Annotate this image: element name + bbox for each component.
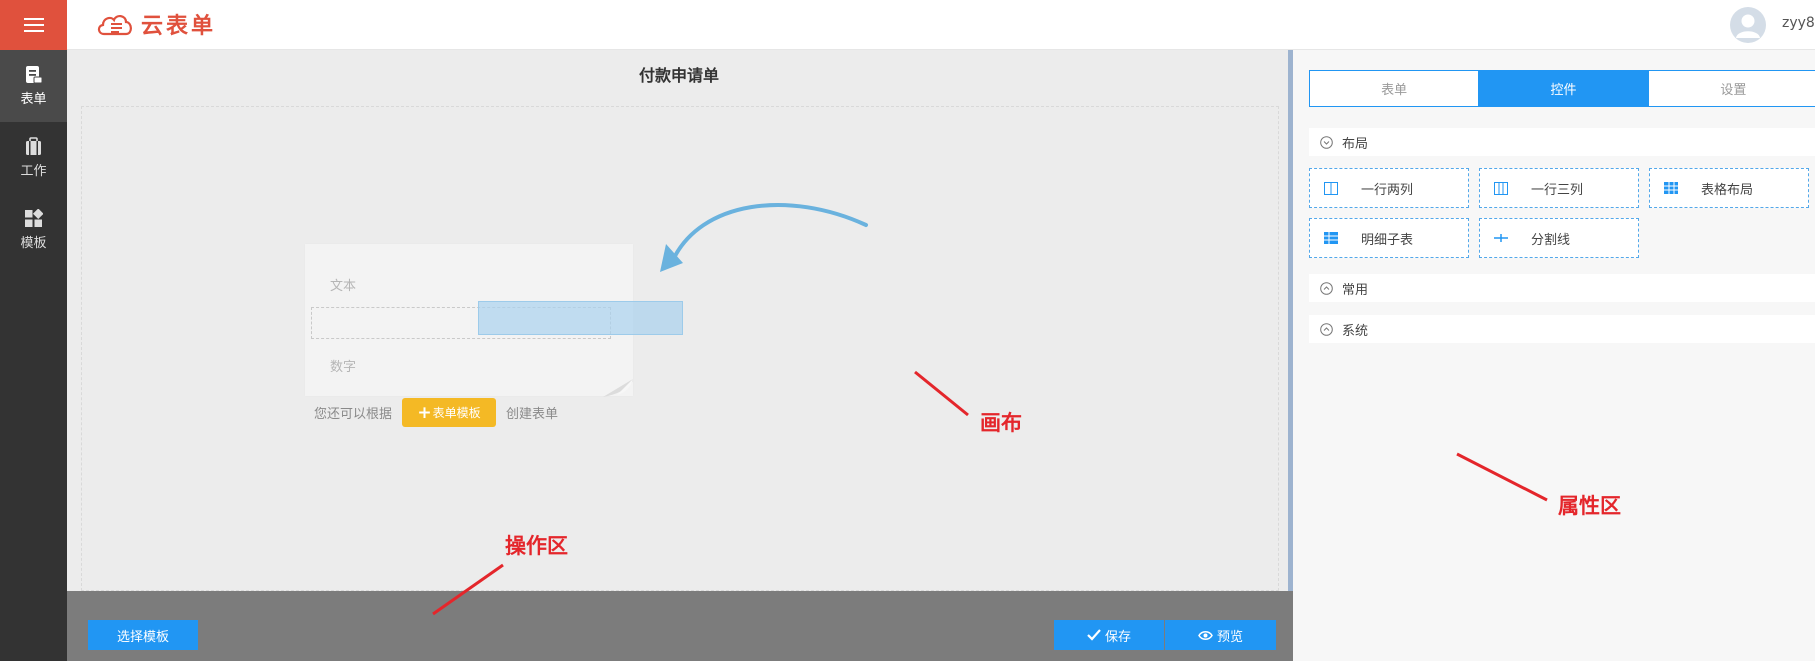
chevron-up-icon	[1320, 281, 1333, 295]
select-template-button[interactable]: 选择模板	[88, 620, 198, 650]
control-two-columns[interactable]: 一行两列	[1309, 168, 1469, 208]
form-template-button-label: 表单模板	[432, 406, 481, 420]
nav-item-form-label: 表单	[20, 92, 47, 107]
section-common[interactable]: 常用	[1309, 274, 1815, 302]
three-column-icon	[1494, 181, 1508, 195]
menu-toggle-button[interactable]	[0, 0, 67, 50]
annotation-operation-area: 操作区	[505, 534, 568, 558]
nav-item-work-label: 工作	[20, 164, 47, 179]
property-panel: 表单 控件 设置 布局 一行两列 一行三列 表格布局 明细子表 分割线 常用 系…	[1293, 50, 1815, 661]
panel-tabs: 表单 控件 设置	[1309, 70, 1815, 107]
demo-text-label: 文本	[330, 279, 357, 294]
form-template-button[interactable]: + 表单模板	[402, 398, 497, 427]
form-icon	[26, 66, 43, 84]
preview-label: 预览	[1216, 629, 1243, 645]
hint-suffix: 创建表单	[506, 407, 559, 422]
username[interactable]: zyy8	[1782, 15, 1815, 31]
nav-item-form[interactable]: 表单	[0, 50, 67, 122]
canvas-drop-area[interactable]	[81, 106, 1279, 591]
nav-item-template[interactable]: 模板	[0, 194, 67, 266]
tab-settings[interactable]: 设置	[1649, 71, 1815, 106]
user-avatar-icon	[1736, 14, 1760, 38]
left-nav: 表单 工作 模板	[0, 0, 67, 661]
template-hint: 您还可以根据 + 表单模板 创建表单	[314, 398, 558, 427]
two-column-icon	[1324, 181, 1338, 195]
demo-drag-ghost	[478, 301, 683, 335]
save-label: 保存	[1104, 629, 1131, 645]
select-template-label: 选择模板	[116, 629, 169, 645]
template-icon	[25, 209, 43, 227]
control-three-columns[interactable]: 一行三列	[1479, 168, 1639, 208]
hamburger-icon	[23, 18, 44, 32]
control-divider[interactable]: 分割线	[1479, 218, 1639, 258]
control-sub-table-label: 明细子表	[1361, 232, 1414, 248]
tab-form[interactable]: 表单	[1310, 71, 1480, 106]
annotation-canvas: 画布	[980, 411, 1022, 435]
check-icon	[1087, 629, 1101, 641]
page-fold-icon	[603, 379, 633, 397]
avatar[interactable]	[1730, 7, 1766, 43]
demo-number-label: 数字	[330, 360, 357, 375]
control-divider-label: 分割线	[1531, 232, 1571, 248]
save-button[interactable]: 保存	[1054, 620, 1164, 650]
tab-controls[interactable]: 控件	[1479, 71, 1649, 106]
table-layout-icon	[1664, 182, 1678, 194]
nav-item-work[interactable]: 工作	[0, 122, 67, 194]
control-three-columns-label: 一行三列	[1531, 182, 1584, 198]
nav-item-template-label: 模板	[20, 236, 47, 251]
divider-icon	[1494, 234, 1508, 242]
annotation-property-area: 属性区	[1558, 494, 1621, 518]
briefcase-icon	[26, 137, 41, 155]
cloud-form-logo-icon	[97, 15, 132, 36]
control-two-columns-label: 一行两列	[1361, 182, 1414, 198]
section-system-label: 系统	[1342, 323, 1369, 339]
chevron-up-icon	[1320, 322, 1333, 336]
control-table-layout[interactable]: 表格布局	[1649, 168, 1809, 208]
hint-prefix: 您还可以根据	[314, 407, 393, 422]
chevron-down-icon	[1320, 135, 1333, 149]
top-bar: 云表单 zyy8	[67, 0, 1815, 50]
section-common-label: 常用	[1342, 282, 1369, 298]
app-logo-text: 云表单	[141, 14, 217, 39]
app-logo[interactable]: 云表单	[95, 8, 216, 40]
section-system[interactable]: 系统	[1309, 315, 1815, 343]
control-table-layout-label: 表格布局	[1701, 182, 1754, 198]
section-layout[interactable]: 布局	[1309, 128, 1815, 156]
eye-icon	[1198, 630, 1213, 640]
control-sub-table[interactable]: 明细子表	[1309, 218, 1469, 258]
plus-icon: +	[417, 402, 432, 423]
form-title[interactable]: 付款申请单	[67, 62, 1291, 86]
section-layout-label: 布局	[1342, 136, 1369, 152]
sub-table-icon	[1324, 232, 1338, 244]
preview-button[interactable]: 预览	[1165, 620, 1276, 650]
operation-bar: 选择模板 保存 预览	[67, 591, 1293, 661]
